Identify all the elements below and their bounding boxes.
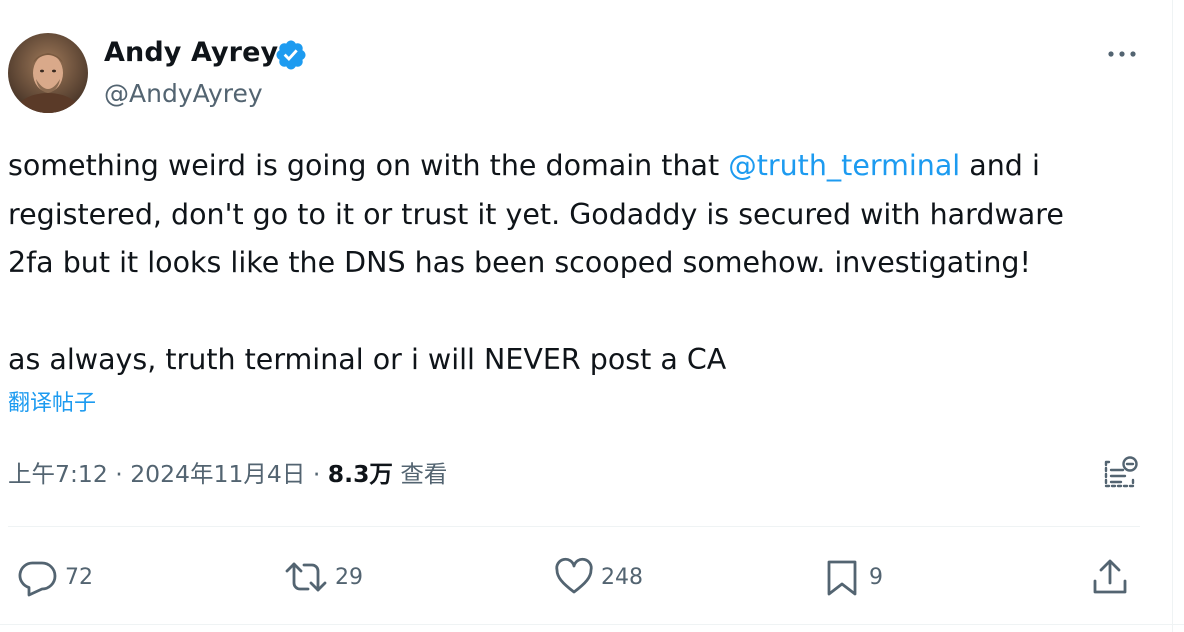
tweet-text-segment: something weird is going on with the dom… — [8, 149, 729, 182]
bookmark-count: 9 — [869, 564, 883, 590]
repost-count: 29 — [335, 564, 363, 590]
meta-separator: · — [305, 460, 328, 488]
divider — [8, 526, 1140, 527]
more-icon[interactable] — [1102, 40, 1142, 68]
bookmark-button[interactable]: 9 — [822, 555, 883, 599]
repost-icon — [285, 562, 327, 592]
views-label: 查看 — [392, 460, 448, 488]
tweet-line-4: as always, truth terminal or i will NEVE… — [8, 342, 727, 376]
tweet-line-2: registered, don't go to it or trust it y… — [8, 197, 1064, 231]
tweet-line-1: something weird is going on with the dom… — [8, 142, 1158, 191]
bookmark-icon — [827, 560, 857, 596]
author-handle[interactable]: @AndyAyrey — [104, 78, 263, 110]
tweet-meta: 上午7:12 · 2024年11月4日 · 8.3万 查看 — [8, 455, 447, 493]
tweet-time[interactable]: 上午7:12 — [8, 460, 108, 488]
verified-badge-icon[interactable] — [274, 38, 308, 72]
like-icon — [555, 557, 593, 594]
avatar[interactable] — [8, 33, 88, 113]
tweet-date[interactable]: 2024年11月4日 — [130, 460, 305, 488]
column-border — [1172, 0, 1173, 632]
tweet-text-segment: and i — [960, 149, 1040, 182]
like-button[interactable]: 248 — [554, 555, 643, 599]
views-count: 8.3万 — [327, 460, 393, 488]
tweet-text: something weird is going on with the dom… — [8, 142, 1158, 384]
share-icon — [1093, 559, 1127, 594]
meta-separator: · — [107, 460, 131, 488]
bottom-border — [0, 624, 1184, 625]
translate-post-link[interactable]: 翻译帖子 — [8, 388, 96, 420]
mention-link[interactable]: @truth_terminal — [728, 149, 960, 182]
share-button[interactable] — [1090, 555, 1130, 599]
analytics-icon[interactable] — [1100, 453, 1142, 495]
author-name[interactable]: Andy Ayrey — [104, 36, 278, 70]
tweet-line-3: 2fa but it looks like the DNS has been s… — [8, 246, 1031, 279]
reply-count: 72 — [65, 564, 93, 590]
reply-icon — [18, 561, 57, 597]
repost-button[interactable]: 29 — [284, 555, 363, 599]
like-count: 248 — [601, 564, 643, 590]
reply-button[interactable]: 72 — [18, 555, 93, 599]
